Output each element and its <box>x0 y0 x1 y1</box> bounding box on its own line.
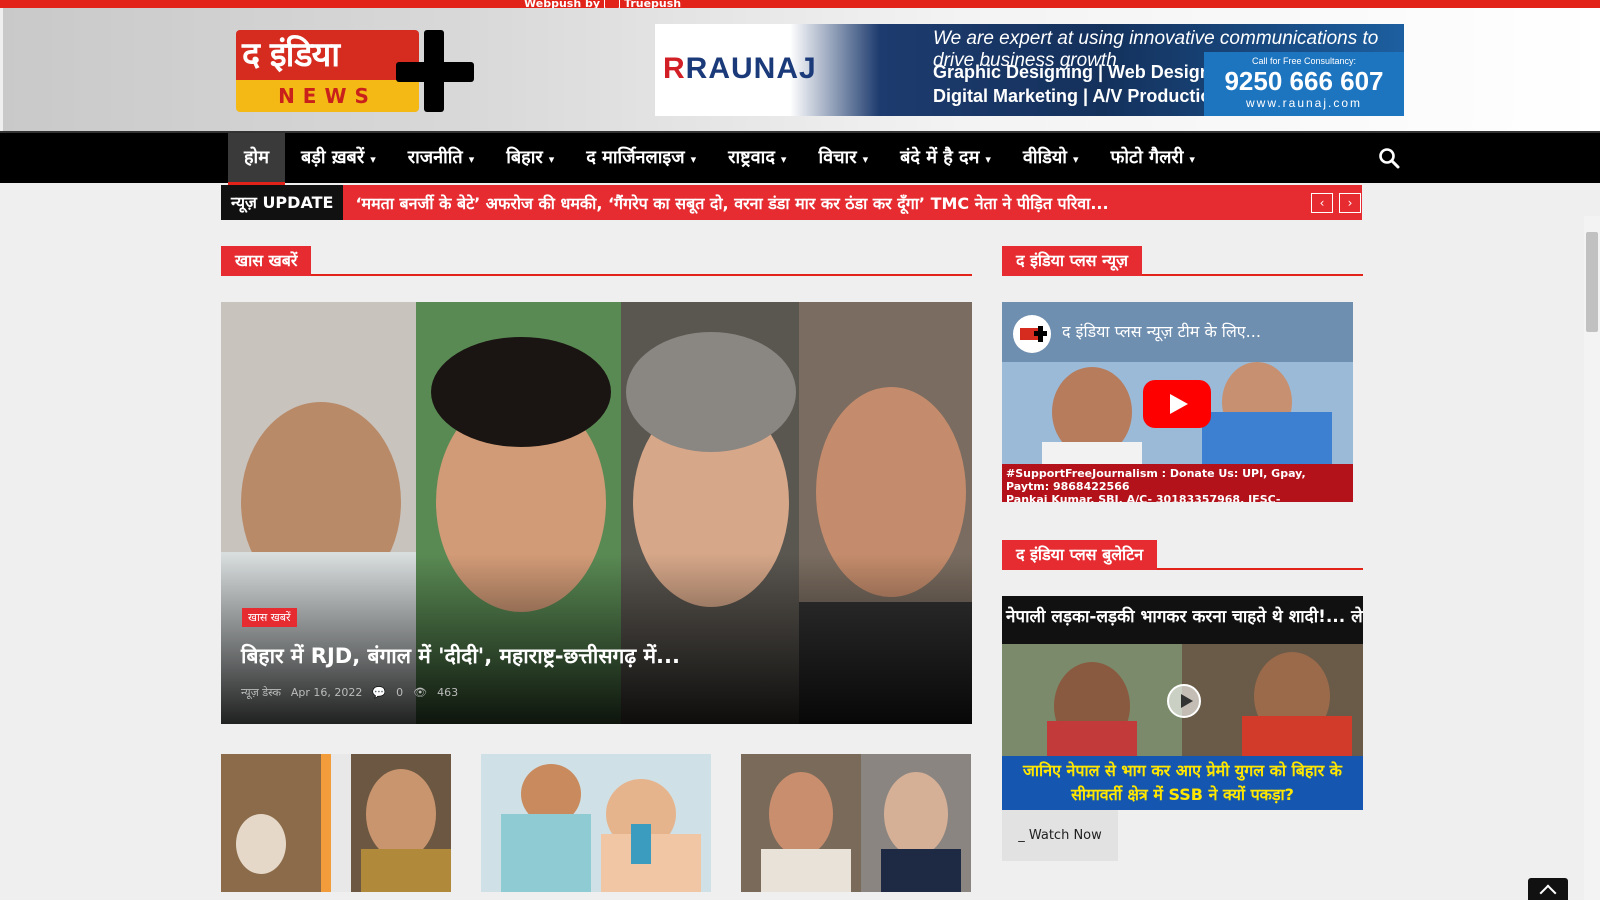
section-header-india-plus-bulletin: द इंडिया प्लस बुलेटिन <box>1002 540 1363 570</box>
ticker-prev-button[interactable]: ‹ <box>1311 193 1333 213</box>
ticker-headline[interactable]: ‘ममता बनर्जी के बेटे’ अफरोज की धमकी, ‘गै… <box>343 192 1278 214</box>
chevron-down-icon: ▾ <box>548 153 555 166</box>
chevron-down-icon: ▾ <box>1072 153 1079 166</box>
article-thumbnail[interactable] <box>481 754 711 892</box>
play-icon[interactable] <box>1167 684 1201 718</box>
ad-brand: RRAUNAJ <box>663 52 817 85</box>
nav-item-vichar[interactable]: विचार ▾ <box>802 133 884 185</box>
hero-date: Apr 16, 2022 <box>290 686 363 699</box>
logo-hindi-text: द इंडिया <box>236 30 419 80</box>
donation-line-2: Pankaj Kumar, SBI, A/C- 30183357968, IFS… <box>1006 493 1281 502</box>
logo-news-text: NEWS <box>236 80 419 112</box>
nav-menu: होम बड़ी ख़बरें ▾ राजनीति ▾ बिहार ▾ द मार्ज… <box>228 133 1211 185</box>
top-red-strip <box>0 0 1600 8</box>
bulletin-headline: नेपाली लड़का-लड़की भागकर करना चाहते थे श… <box>1002 596 1363 644</box>
sidebar-news-title: द इंडिया प्लस न्यूज़ <box>1002 246 1142 276</box>
chevron-down-icon: ▾ <box>468 153 475 166</box>
nav-item-badi-khabrein[interactable]: बड़ी ख़बरें ▾ <box>285 133 392 185</box>
section-title: खास खबरें <box>221 246 312 276</box>
video-title[interactable]: द इंडिया प्लस न्यूज़ टीम के लिए... <box>1062 320 1261 342</box>
channel-avatar-icon[interactable] <box>1012 314 1052 354</box>
hero-category-badge[interactable]: खास खबरें <box>242 608 297 627</box>
bulletin-video[interactable]: नेपाली लड़का-लड़की भागकर करना चाहते थे श… <box>1002 596 1363 810</box>
header-ad-banner[interactable]: RRAUNAJ We are expert at using innovativ… <box>655 24 1404 116</box>
nav-item-rashtravad[interactable]: राष्ट्रवाद ▾ <box>712 133 802 185</box>
youtube-video-embed[interactable]: द इंडिया प्लस न्यूज़ टीम के लिए... #Supp… <box>1002 302 1353 502</box>
chevron-down-icon: ▾ <box>985 153 991 166</box>
donation-line-1: #SupportFreeJournalism : Donate Us: UPI,… <box>1006 467 1306 493</box>
ad-phone: 9250 666 607 <box>1224 66 1384 96</box>
ad-services-1: Graphic Designing | Web Designing <box>933 62 1238 82</box>
comment-icon: 💬 <box>372 686 387 699</box>
hero-meta: न्यूज़ डेस्क Apr 16, 2022 💬 0 👁 463 <box>241 685 458 700</box>
video-donation-strip: #SupportFreeJournalism : Donate Us: UPI,… <box>1002 464 1353 502</box>
chevron-down-icon: ▾ <box>862 153 869 166</box>
nav-item-rajniti[interactable]: राजनीति ▾ <box>392 133 491 185</box>
hero-comments: 0 <box>396 686 404 699</box>
chevron-down-icon: ▾ <box>780 153 787 166</box>
hero-author[interactable]: न्यूज़ डेस्क <box>241 685 281 700</box>
ticker-label: न्यूज़ UPDATE <box>221 185 344 220</box>
sidebar-bulletin-title: द इंडिया प्लस बुलेटिन <box>1002 540 1158 570</box>
nav-item-bande-mein-hai-dam[interactable]: बंदे में है दम ▾ <box>884 133 1007 185</box>
article-thumbnail[interactable] <box>221 754 451 892</box>
nav-item-bihar[interactable]: बिहार ▾ <box>490 133 570 185</box>
hero-title[interactable]: बिहार में RJD, बंगाल में 'दीदी', महाराष्… <box>241 642 680 670</box>
nav-item-photo-gallery[interactable]: फोटो गैलरी ▾ <box>1095 133 1211 185</box>
nav-item-marginalise[interactable]: द मार्जिनलाइज ▾ <box>570 133 712 185</box>
ad-services-2: Digital Marketing | A/V Production <box>933 86 1223 106</box>
search-icon[interactable] <box>1378 147 1400 169</box>
watch-now-button[interactable]: _ Watch Now <box>1002 810 1118 861</box>
ticker-next-button[interactable]: › <box>1339 193 1361 213</box>
ad-call-label: Call for Free Consultancy: <box>1251 56 1357 66</box>
chevron-down-icon: ▾ <box>690 153 697 166</box>
news-ticker: न्यूज़ UPDATE ‘ममता बनर्जी के बेटे’ अफरो… <box>221 185 1362 220</box>
bulletin-caption: जानिए नेपाल से भाग कर आए प्रेमी युगल को … <box>1002 756 1363 810</box>
main-navbar: होम बड़ी ख़बरें ▾ राजनीति ▾ बिहार ▾ द मार्ज… <box>0 131 1600 185</box>
chevron-down-icon: ▾ <box>370 153 376 166</box>
youtube-play-icon[interactable] <box>1143 380 1211 428</box>
eye-icon: 👁 <box>413 686 428 699</box>
section-header-india-plus-news: द इंडिया प्लस न्यूज़ <box>1002 246 1363 276</box>
article-thumbnail[interactable] <box>741 754 971 892</box>
ad-website: www.raunaj.com <box>1245 96 1363 110</box>
site-logo[interactable]: द इंडिया NEWS <box>236 30 474 112</box>
nav-item-home[interactable]: होम <box>228 133 285 185</box>
chevron-down-icon: ▾ <box>1189 153 1195 166</box>
hero-views: 463 <box>437 686 459 699</box>
scrollbar-thumb[interactable] <box>1586 232 1598 332</box>
ad-callbox: Call for Free Consultancy: 9250 666 607 … <box>1204 52 1404 116</box>
back-to-top-button[interactable] <box>1528 878 1568 900</box>
hero-article[interactable]: खास खबरें बिहार में RJD, बंगाल में 'दीदी… <box>221 302 972 724</box>
nav-item-video[interactable]: वीडियो ▾ <box>1007 133 1095 185</box>
section-header-khas-khabrein: खास खबरें <box>221 246 972 276</box>
